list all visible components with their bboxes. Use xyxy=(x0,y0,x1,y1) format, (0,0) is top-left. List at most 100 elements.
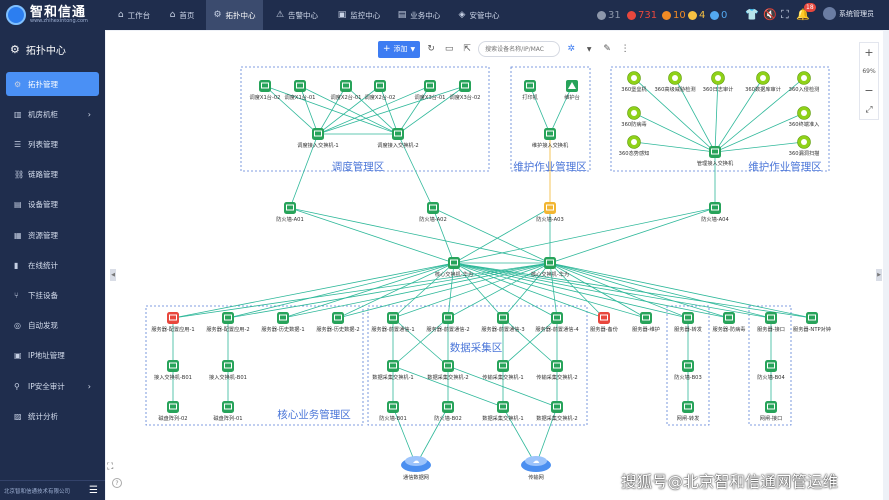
chevron-right-icon: › xyxy=(87,381,91,391)
nav-0[interactable]: ⌂ 工作台 xyxy=(113,0,155,30)
sidebar-item-3[interactable]: ⛓ 链路管理 xyxy=(6,163,99,187)
alarm-level-icon xyxy=(662,10,671,20)
caret-down-icon: ▼ xyxy=(410,45,416,53)
add-button[interactable]: + 添加 ▼ xyxy=(378,40,421,58)
plus-icon: + xyxy=(383,44,391,54)
device-search-input[interactable] xyxy=(478,41,561,57)
sidebar-item-8[interactable]: ◎ 自动发现 xyxy=(6,314,99,338)
alarm-level-icon xyxy=(710,10,719,20)
sidebar-item-label: 拓扑管理 xyxy=(28,79,58,89)
help-icon[interactable]: ? xyxy=(112,478,122,488)
sidebar-item-label: IP安全审计 xyxy=(28,381,65,391)
alarm-level-icon xyxy=(688,10,697,20)
alarm-count-value: 4 xyxy=(699,9,706,21)
link-icon: ⛓ xyxy=(14,170,25,180)
topology-manage-icon: ⚙ xyxy=(14,79,22,89)
zoom-out-button[interactable]: − xyxy=(860,81,878,100)
alarm-count-2[interactable]: 10 xyxy=(662,0,686,30)
shirt-icon[interactable]: 👕 xyxy=(745,8,759,21)
sidebar-item-6[interactable]: ▮ 在线统计 xyxy=(6,253,99,277)
collapse-right-handle[interactable]: ▶ xyxy=(876,269,882,281)
sidebar-title: ⚙ 拓扑中心 xyxy=(10,42,66,57)
more-icon[interactable]: ⋮ xyxy=(618,41,632,58)
logo-mark-icon xyxy=(6,5,26,25)
home-icon: ⌂ xyxy=(117,10,124,20)
company-name: 北京智和信通技术有限公司 xyxy=(4,488,71,495)
zoom-level: 69% xyxy=(862,68,876,75)
alarm-count-0[interactable]: 31 xyxy=(597,0,621,30)
add-button-label: 添加 xyxy=(393,45,408,53)
edit-icon[interactable]: ✎ xyxy=(600,41,614,58)
topology-center-icon: ⚙ xyxy=(10,43,20,56)
sidebar-item-9[interactable]: ▣ IP地址管理 xyxy=(6,344,99,368)
nav-1[interactable]: ⌂ 首页 xyxy=(166,0,198,30)
sidebar-item-7[interactable]: ⑂ 下挂设备 xyxy=(6,283,99,307)
export-icon[interactable]: ⇱ xyxy=(460,41,474,58)
alarm-level-icon xyxy=(597,10,606,20)
expand-icon[interactable]: ⛶ xyxy=(781,8,789,22)
alarm-count-value: 10 xyxy=(673,9,686,21)
sidebar-item-label: 下挂设备 xyxy=(28,290,58,300)
collapse-left-handle[interactable]: ◀ xyxy=(110,269,116,281)
sidebar-item-4[interactable]: ▤ 设备管理 xyxy=(6,193,99,217)
fullscreen-icon[interactable]: ⛶ xyxy=(107,462,113,472)
cabinet-icon: ▥ xyxy=(14,109,22,119)
top-bar: 智和信通 www.zhihexintong.com ⌂ 工作台 ⌂ 首页 ⚙ 拓扑中心 ⚠ 告… xyxy=(0,0,889,30)
topology-canvas[interactable] xyxy=(106,31,883,500)
alarm-count-value: 0 xyxy=(721,9,728,21)
sidebar-title-text: 拓扑中心 xyxy=(25,46,66,57)
nav-label: 安管中心 xyxy=(469,10,500,20)
device-icon: ▤ xyxy=(14,200,22,210)
business-icon: ▤ xyxy=(397,10,407,20)
sidebar-item-label: 链路管理 xyxy=(28,170,58,180)
sidebar-item-11[interactable]: ▨ 统计分析 xyxy=(6,404,99,428)
zoom-in-button[interactable]: + xyxy=(860,43,878,62)
mute-icon[interactable]: 🔇 xyxy=(763,8,777,21)
nav-label: 业务中心 xyxy=(410,10,441,20)
user-menu[interactable]: 系统管理员 xyxy=(823,7,874,20)
alarm-icon: ⚠ xyxy=(275,10,285,20)
nav-3[interactable]: ⚠ 告警中心 xyxy=(272,0,322,30)
nav-5[interactable]: ▤ 业务中心 xyxy=(394,0,444,30)
layout-icon[interactable]: ✲ xyxy=(564,41,578,58)
alarm-level-icon xyxy=(627,10,636,20)
nav-label: 首页 xyxy=(179,10,195,20)
layout-dropdown-icon[interactable]: ▼ xyxy=(582,41,596,58)
avatar xyxy=(823,7,836,20)
alarm-count-value: 31 xyxy=(608,9,621,21)
nav-2[interactable]: ⚙ 拓扑中心 xyxy=(206,0,263,30)
sidebar-item-label: 自动发现 xyxy=(28,321,58,331)
topology-icon: ⚙ xyxy=(213,10,222,20)
fit-view-button[interactable]: ⤢ xyxy=(860,100,878,119)
nav-4[interactable]: ▣ 监控中心 xyxy=(334,0,384,30)
sidebar-item-1[interactable]: ▥ 机房机柜 › xyxy=(6,102,99,126)
monitor-icon: ▣ xyxy=(337,10,347,20)
home-page-icon: ⌂ xyxy=(169,10,176,20)
security-icon: ◈ xyxy=(458,10,466,20)
sidebar-item-label: 列表管理 xyxy=(28,139,58,149)
app-subtitle: www.zhihexintong.com xyxy=(30,18,88,24)
alarm-count-4[interactable]: 0 xyxy=(710,0,727,30)
ip-icon: ▣ xyxy=(14,351,22,361)
app-logo[interactable]: 智和信通 www.zhihexintong.com xyxy=(6,3,106,27)
attached-device-icon: ⑂ xyxy=(14,290,19,300)
online-stats-icon: ▮ xyxy=(14,260,19,270)
sidebar-item-10[interactable]: ⚲ IP安全审计 › xyxy=(6,374,99,398)
refresh-icon[interactable]: ↻ xyxy=(424,41,438,58)
resource-icon: ▦ xyxy=(14,230,22,240)
nav-label: 工作台 xyxy=(127,10,151,20)
alarm-count-1[interactable]: 731 xyxy=(627,0,657,30)
alarm-count-value: 731 xyxy=(638,9,658,21)
sidebar-item-label: 在线统计 xyxy=(28,260,58,270)
nav-6[interactable]: ◈ 安管中心 xyxy=(454,0,504,30)
save-icon[interactable]: ▭ xyxy=(442,41,456,58)
sidebar-item-5[interactable]: ▦ 资源管理 xyxy=(6,223,99,247)
sidebar-item-2[interactable]: ☰ 列表管理 xyxy=(6,132,99,156)
hamburger-menu-icon[interactable]: ☰ xyxy=(89,485,98,496)
alarm-count-3[interactable]: 4 xyxy=(688,0,705,30)
watermark: 搜狐号@北京智和信通网管运维 xyxy=(621,473,839,491)
zoom-control: + 69% − ⤢ xyxy=(859,42,879,120)
sidebar-item-label: 统计分析 xyxy=(28,411,58,421)
sidebar-item-0[interactable]: ⚙ 拓扑管理 xyxy=(6,72,99,96)
user-name: 系统管理员 xyxy=(839,9,874,18)
